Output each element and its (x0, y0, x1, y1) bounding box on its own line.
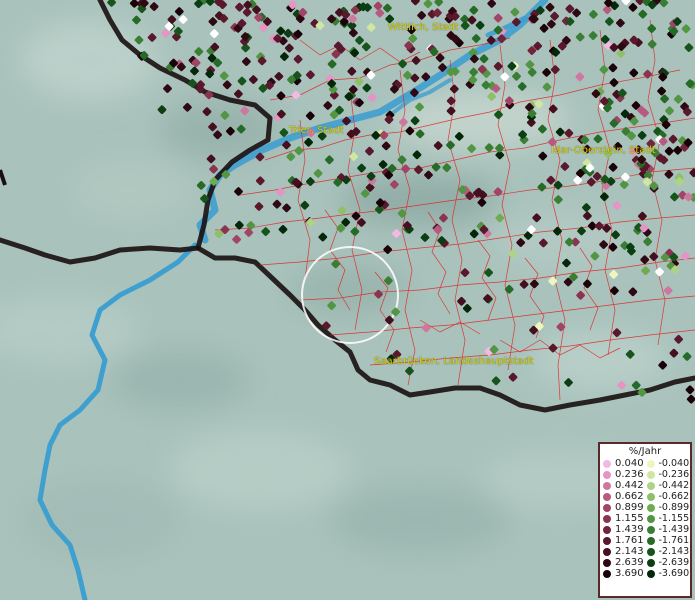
legend-swatch (603, 558, 611, 567)
legend-row-negative: -2.639 (646, 557, 691, 568)
legend-swatch (603, 514, 611, 523)
city-label-saarbruecken: Saarbrücken, Landeshauptstadt (374, 356, 534, 367)
legend-value: 0.442 (615, 480, 644, 491)
legend-value: 0.899 (615, 502, 644, 513)
legend-row-positive: 0.899 (603, 502, 647, 513)
legend-row-negative: -1.761 (646, 535, 691, 546)
legend-swatch (603, 536, 611, 545)
legend-title: %/Jahr (628, 446, 662, 457)
legend-value: 2.143 (615, 546, 644, 557)
legend-value: 3.690 (615, 568, 644, 579)
legend-value: 2.639 (615, 557, 644, 568)
legend-row-positive: 2.639 (603, 557, 647, 568)
legend: %/Jahr 0.040 0.236 0.442 0.662 0.899 1.1… (598, 442, 692, 598)
legend-swatch (603, 459, 611, 468)
legend-swatch (603, 470, 611, 479)
legend-value: -0.236 (658, 469, 690, 480)
legend-value: 1.761 (615, 535, 644, 546)
legend-row-negative: -0.899 (646, 502, 691, 513)
legend-row-positive: 1.761 (603, 535, 647, 546)
legend-row-negative: -2.143 (646, 546, 691, 557)
legend-swatch (646, 503, 655, 512)
legend-value: -1.761 (658, 535, 690, 546)
legend-row-negative: -1.155 (646, 513, 691, 524)
map-view[interactable]: Wittlich, Stadt Trier, Stadt Idar-Oberst… (0, 0, 695, 600)
legend-swatch (603, 525, 611, 534)
legend-row-negative: -0.442 (646, 480, 691, 491)
legend-row-positive: 1.439 (603, 524, 647, 535)
map-canvas (0, 0, 695, 600)
legend-value: -1.439 (658, 524, 690, 535)
legend-swatch (646, 547, 655, 556)
legend-negative-column: -0.040 -0.236 -0.442 -0.662 -0.899 -1.15… (646, 458, 691, 579)
legend-swatch (646, 525, 655, 534)
legend-value: -0.662 (658, 491, 690, 502)
legend-row-positive: 0.236 (603, 469, 647, 480)
legend-positive-column: 0.040 0.236 0.442 0.662 0.899 1.155 1.43… (603, 458, 647, 579)
legend-swatch (646, 558, 655, 567)
legend-swatch (603, 492, 611, 501)
legend-swatch (603, 503, 611, 512)
legend-row-positive: 2.143 (603, 546, 647, 557)
legend-swatch (646, 569, 655, 578)
legend-swatch (603, 569, 611, 578)
legend-swatch (646, 514, 655, 523)
city-label-trier: Trier, Stadt (289, 125, 344, 136)
legend-value: 0.040 (615, 458, 644, 469)
legend-value: 1.439 (615, 524, 644, 535)
legend-value: -1.155 (658, 513, 690, 524)
legend-swatch (603, 481, 611, 490)
legend-row-negative: -0.236 (646, 469, 691, 480)
legend-row-positive: 0.442 (603, 480, 647, 491)
legend-swatch (646, 492, 655, 501)
legend-value: -0.040 (658, 458, 690, 469)
legend-value: -0.442 (658, 480, 690, 491)
legend-row-positive: 0.040 (603, 458, 647, 469)
legend-value: 0.662 (615, 491, 644, 502)
legend-swatch (646, 459, 655, 468)
legend-value: -2.143 (658, 546, 690, 557)
city-label-idar-oberstein: Idar-Oberstein, Stadt (551, 145, 656, 156)
legend-row-negative: -0.040 (646, 458, 691, 469)
legend-row-positive: 3.690 (603, 568, 647, 579)
legend-swatch (603, 547, 611, 556)
legend-value: -2.639 (658, 557, 690, 568)
legend-swatch (646, 536, 655, 545)
legend-value: 0.236 (615, 469, 644, 480)
legend-swatch (646, 481, 655, 490)
legend-row-negative: -3.690 (646, 568, 691, 579)
legend-swatch (646, 470, 655, 479)
legend-value: -0.899 (658, 502, 690, 513)
legend-value: -3.690 (658, 568, 690, 579)
legend-row-positive: 0.662 (603, 491, 647, 502)
legend-row-negative: -0.662 (646, 491, 691, 502)
city-label-wittlich: Wittlich, Stadt (388, 22, 459, 33)
legend-row-positive: 1.155 (603, 513, 647, 524)
legend-value: 1.155 (615, 513, 644, 524)
legend-row-negative: -1.439 (646, 524, 691, 535)
